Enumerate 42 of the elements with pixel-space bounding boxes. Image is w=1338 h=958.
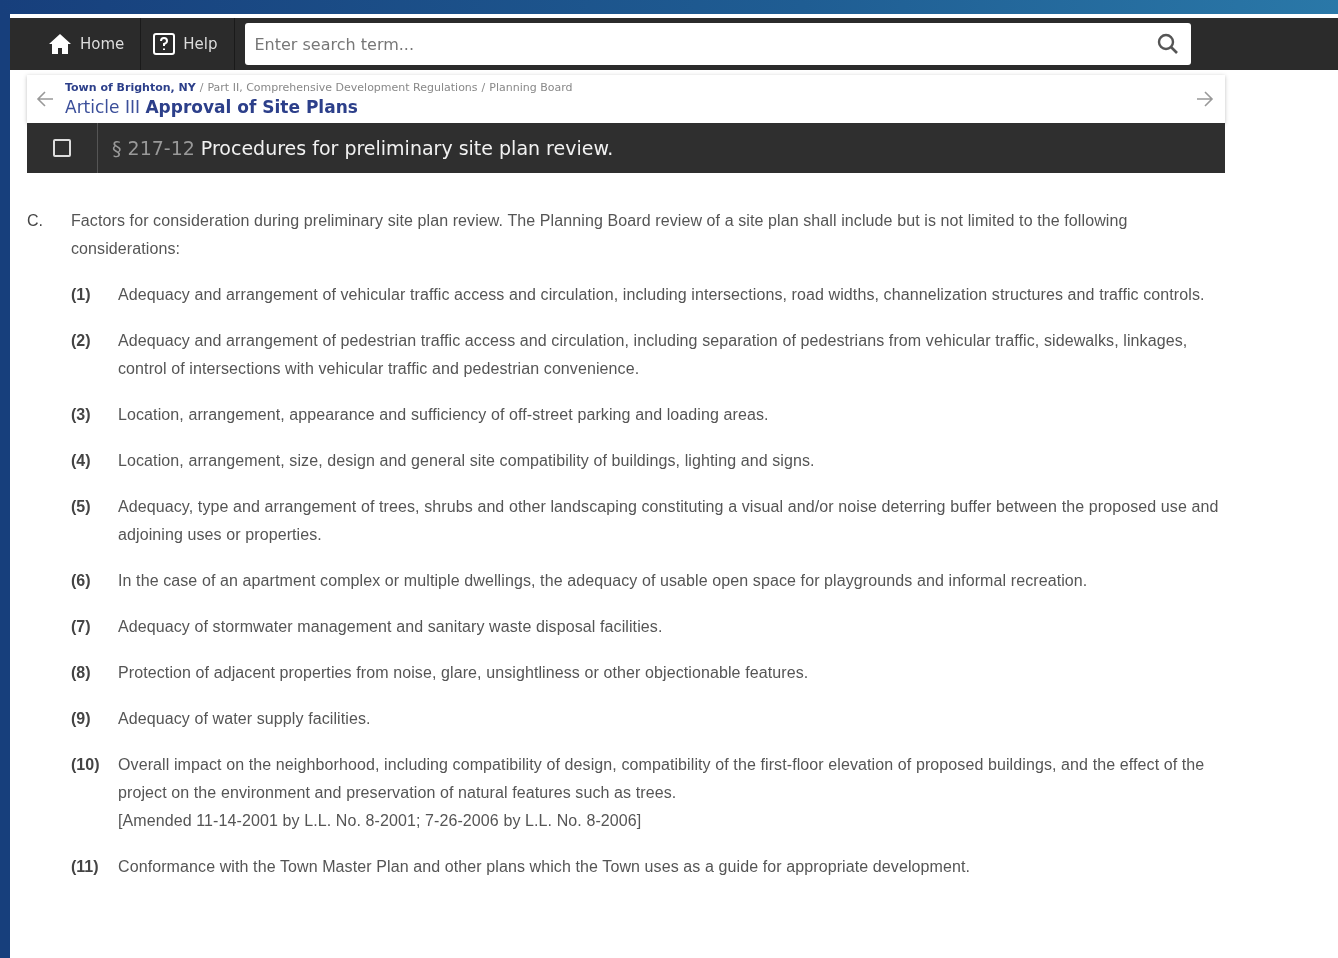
search-icon[interactable] (1156, 33, 1179, 55)
breadcrumb-separator: / (481, 81, 486, 94)
item-number: (3) (71, 405, 92, 425)
checkbox[interactable] (53, 139, 71, 157)
item-text: Adequacy of stormwater management and sanitary waste disposal facilities. (118, 617, 664, 637)
item-text: Adequacy, type and arrangement of trees, shrubs and other landscaping constituting a visual and/or noise deterring buffer between the proposed use and adjoining uses or properties. (118, 497, 1220, 545)
back-arrow-icon[interactable] (35, 89, 55, 109)
item-number: (9) (71, 709, 92, 729)
home-icon (48, 33, 72, 55)
item-text: Location, arrangement, size, design and general site compatibility of buildings, lighting and signs. (118, 451, 816, 471)
paragraph-text: Factors for consideration during preliminary site plan review. The Planning Board review of a site plan shall include but is not limited to the following considerations: (71, 211, 1129, 259)
item-text: Protection of adjacent properties from noise, glare, unsightliness or other objectionable features. (118, 663, 810, 683)
help-button[interactable]: Help (141, 18, 235, 70)
item-number: (11) (71, 857, 100, 877)
item-number: (5) (71, 497, 92, 517)
item-number: (4) (71, 451, 92, 471)
item-number: (1) (71, 285, 92, 305)
section-title: Procedures for preliminary site plan review. (200, 137, 614, 159)
article-title-link[interactable]: Article III Approval of Site Plans (65, 97, 1185, 117)
amendment-note: [Amended 11-14-2001 by L.L. No. 8-2001; 7-26-2006 by L.L. No. 8-2006] (118, 811, 643, 831)
breadcrumb-separator: / (199, 81, 204, 94)
paragraph-marker: C. (27, 211, 44, 231)
breadcrumb-link[interactable]: Town of Brighton, NY (65, 81, 196, 94)
item-text: Conformance with the Town Master Plan and other plans which the Town uses as a guide for appropriate development. (118, 857, 972, 877)
section-number: § 217-12 (112, 137, 195, 159)
item-text: Adequacy and arrangement of pedestrian traffic access and circulation, including separation of pedestrians from vehicular traffic, sidewalks, linkages, control of intersections with vehicular traffic and pedestrian convenience. (118, 331, 1189, 379)
help-icon (153, 33, 176, 55)
breadcrumb-link[interactable]: Part II, Comprehensive Development Regulations (207, 81, 478, 94)
item-text: In the case of an apartment complex or multiple dwellings, the adequacy of usable open space for playgrounds and informal recreation. (118, 571, 1089, 591)
item-text: Overall impact on the neighborhood, including compatibility of design, compatibility of the first-floor elevation of proposed buildings, and the effect of the project on the environment and preservation of natural features such as trees. (118, 755, 1206, 803)
item-number: (8) (71, 663, 92, 683)
breadcrumb-link[interactable]: Planning Board (489, 81, 573, 94)
item-text: Adequacy and arrangement of vehicular traffic access and circulation, including intersections, road widths, channelization structures and traffic controls. (118, 285, 1206, 305)
item-number: (6) (71, 571, 92, 591)
item-number: (10) (71, 755, 101, 775)
home-button[interactable]: Home (36, 18, 142, 70)
item-text: Location, arrangement, appearance and sufficiency of off-street parking and loading areas. (118, 405, 770, 425)
item-text: Adequacy of water supply facilities. (118, 709, 372, 729)
forward-arrow-icon[interactable] (1195, 89, 1215, 109)
search-field[interactable]: Enter search term... (244, 23, 1191, 65)
item-number: (2) (71, 331, 92, 351)
item-number: (7) (71, 617, 92, 637)
